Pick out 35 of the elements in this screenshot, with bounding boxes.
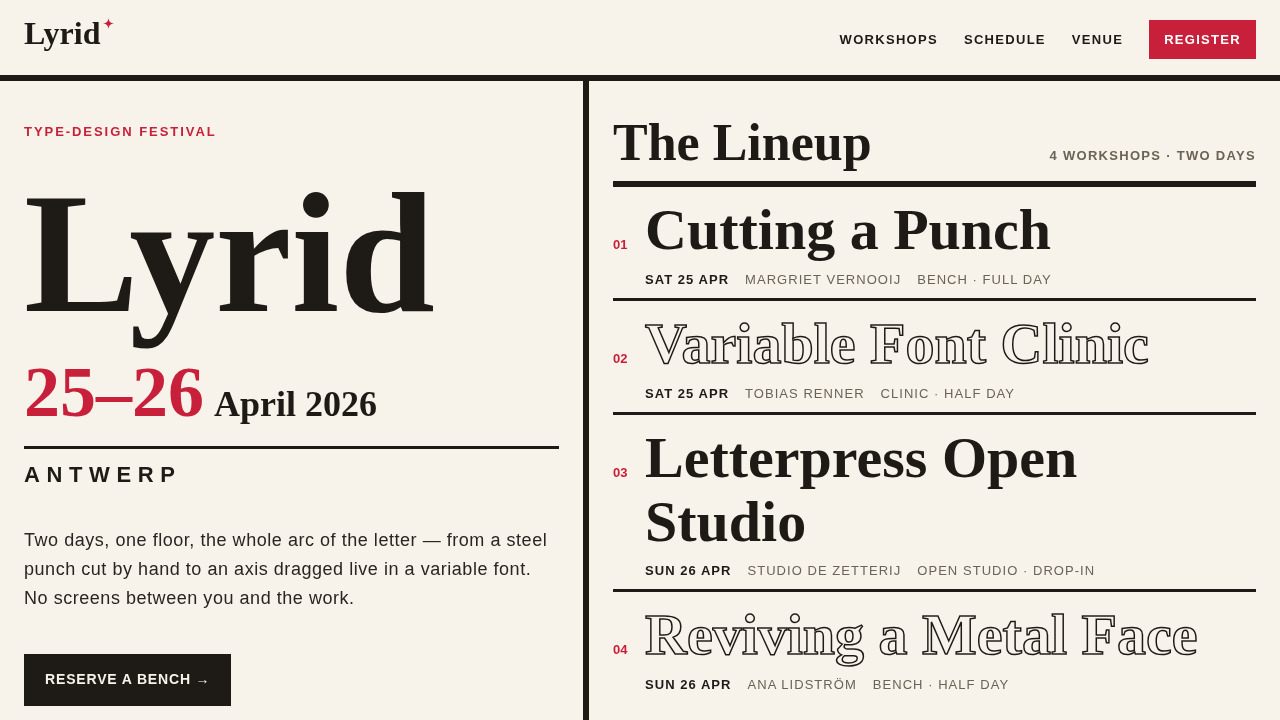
workshop-host: MARGRIET VERNOOIJ (745, 272, 902, 289)
description-text: Two days, one floor, the whole arc of the letter — from a steel punch cut by hand to an axis dragged live in a variable font. No screens between you and the work. (24, 528, 549, 610)
workshop-host: STUDIO DE ZETTERIJ (747, 563, 902, 580)
logo[interactable]: Lyrid (24, 15, 101, 52)
lineup-heading: The Lineup (613, 114, 872, 173)
workshop-day: SAT 25 APR (645, 272, 730, 289)
workshop-format: CLINIC · HALF DAY (880, 385, 1016, 402)
workshop-day: SAT 25 APR (645, 385, 730, 402)
workshop-host: TOBIAS RENNER (745, 385, 865, 402)
workshop-number: 01 (613, 237, 629, 254)
sparkle-icon (103, 18, 115, 29)
nav-link[interactable]: VENUE (1071, 31, 1124, 48)
workshop-number: 03 (613, 464, 629, 481)
workshop-number: 04 (613, 642, 629, 659)
reserve-button[interactable]: RESERVE A BENCH → (24, 653, 232, 706)
register-button[interactable]: REGISTER (1149, 20, 1256, 59)
workshop-title: Letterpress Open Studio (645, 425, 1079, 554)
festival-title: Lyrid (24, 157, 436, 350)
workshop-title: Variable Font Clinic (645, 312, 1149, 376)
workshop-title: Cutting a Punch (645, 198, 1052, 263)
workshop-day: SUN 26 APR (645, 563, 732, 580)
month-year: April 2026 (214, 383, 377, 425)
nav-link[interactable]: SCHEDULE (963, 31, 1046, 48)
nav-link[interactable]: WORKSHOPS (839, 31, 938, 48)
workshop-title: Reviving a Metal Face (645, 603, 1198, 668)
lineup-summary: 4 WORKSHOPS · TWO DAYS (1049, 148, 1256, 164)
workshop-format: BENCH · HALF DAY (872, 677, 1010, 694)
workshop-format: OPEN STUDIO · DROP-IN (917, 563, 1096, 580)
eyebrow-text: TYPE-DESIGN FESTIVAL (24, 124, 218, 140)
workshop-host: ANA LIDSTRÖM (747, 677, 857, 694)
workshop-format: BENCH · FULL DAY (917, 272, 1052, 289)
date-range: 25–26 (24, 352, 204, 432)
workshop-day: SUN 26 APR (645, 677, 732, 694)
city-name: ANTWERP (24, 460, 182, 489)
workshop-number: 02 (613, 351, 629, 368)
